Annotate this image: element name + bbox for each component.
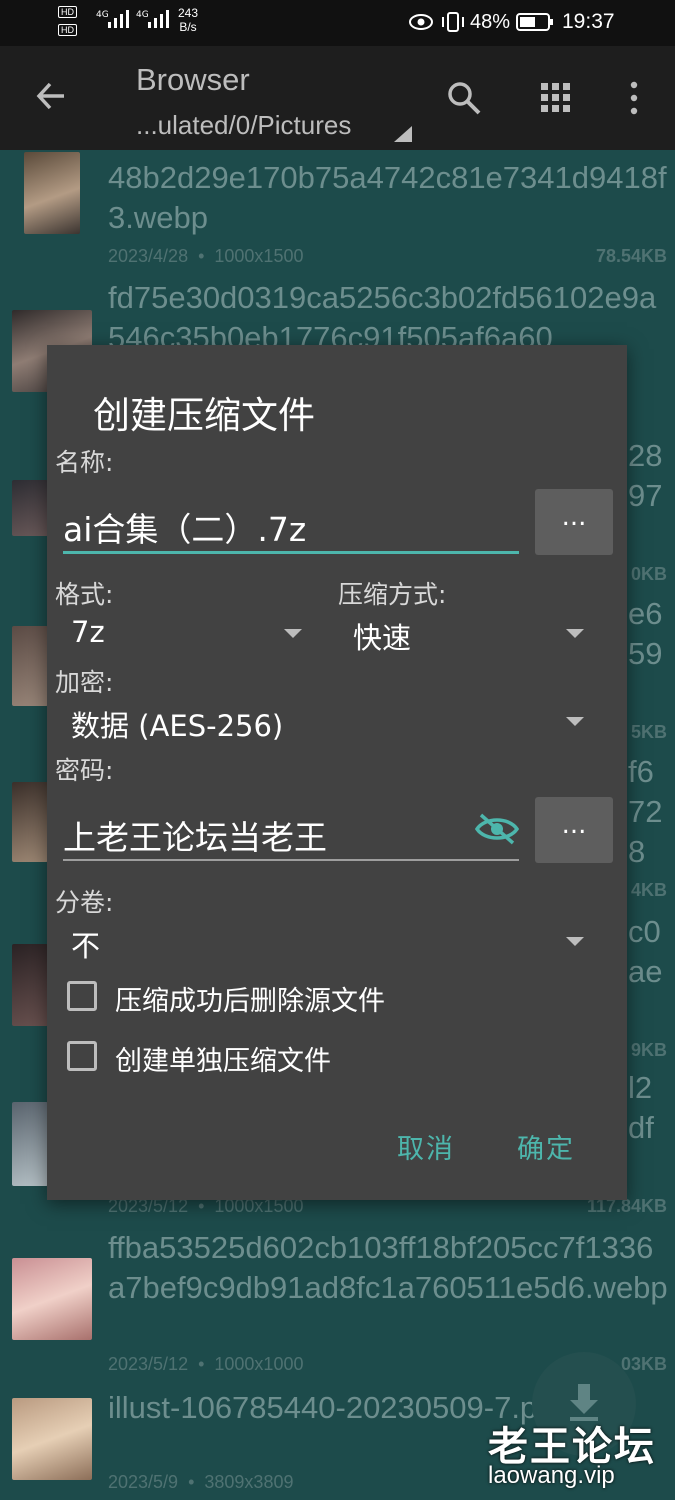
browse-name-button[interactable]: ...	[535, 489, 613, 555]
file-name-fragment: e6	[628, 596, 663, 631]
battery-icon	[516, 13, 553, 31]
file-thumbnail	[12, 944, 48, 1026]
create-archive-dialog: 创建压缩文件 名称: ai合集（二）.7z ... 格式: 压缩方式: 7z 快…	[47, 345, 627, 1200]
file-name-fragment: f6	[628, 754, 654, 789]
separate-archives-label[interactable]: 创建单独压缩文件	[115, 1039, 331, 1078]
file-size: 03KB	[620, 1354, 667, 1374]
hd-badge: HD	[58, 6, 77, 18]
archive-name-input[interactable]: ai合集（二）.7z	[63, 503, 306, 551]
path-dropdown-icon[interactable]	[394, 126, 412, 142]
file-size-fragment: 9KB	[630, 1040, 667, 1060]
file-dimensions: 1000x1500	[214, 246, 304, 266]
net-speed-value: 243	[178, 6, 199, 20]
more-options-icon[interactable]	[622, 80, 646, 116]
current-path[interactable]: ...ulated/0/Pictures	[136, 110, 351, 141]
file-size-fragment: 5KB	[630, 722, 667, 742]
file-name-fragment: 97	[628, 478, 663, 513]
file-meta: 2023/5/12 • 1000x1000	[108, 1354, 304, 1374]
file-meta: 2023/5/9 • 3809x3809	[108, 1472, 294, 1492]
watermark-url: laowang.vip	[488, 1462, 615, 1489]
compression-method-label: 压缩方式:	[338, 580, 447, 609]
app-toolbar: Browser ...ulated/0/Pictures	[0, 46, 675, 150]
file-thumbnail	[12, 782, 48, 862]
signal-icon	[148, 10, 169, 28]
password-options-button[interactable]: ...	[535, 797, 613, 863]
encryption-label: 加密:	[55, 668, 114, 697]
delete-after-label[interactable]: 压缩成功后删除源文件	[115, 979, 385, 1018]
name-label: 名称:	[55, 448, 114, 477]
file-name-fragment: 59	[628, 636, 663, 671]
file-name-fragment: 28	[628, 438, 663, 473]
file-meta: 2023/4/28 • 1000x1500	[108, 246, 304, 266]
format-label: 格式:	[55, 580, 114, 609]
file-thumbnail	[24, 152, 80, 234]
password-underline	[63, 859, 519, 861]
vibrate-icon	[442, 12, 464, 32]
file-name-fragment: c0	[628, 914, 661, 949]
file-thumbnail	[12, 626, 48, 706]
grid-view-icon[interactable]	[540, 82, 572, 114]
format-select[interactable]: 7z	[71, 615, 105, 649]
file-date: 2023/5/9	[108, 1472, 179, 1492]
battery-percent: 48%	[470, 11, 511, 33]
eye-comfort-icon	[409, 14, 433, 30]
file-thumbnail	[12, 480, 48, 536]
hide-password-icon[interactable]	[475, 813, 519, 845]
ok-button[interactable]: 确定	[517, 1127, 575, 1166]
toolbar-title: Browser	[136, 62, 250, 97]
method-dropdown-icon[interactable]	[566, 629, 584, 638]
clock: 19:37	[562, 10, 615, 33]
search-icon[interactable]	[446, 80, 482, 116]
file-name: ffba53525d602cb103ff18bf205cc7f1336a7bef…	[108, 1230, 668, 1305]
file-thumbnail	[12, 1258, 92, 1340]
split-dropdown-icon[interactable]	[566, 937, 584, 946]
file-name-head: illust-106785440-20230509-	[108, 1390, 495, 1425]
network-indicators: HD HD	[58, 6, 79, 36]
file-name-fragment: l2	[628, 1070, 653, 1105]
format-dropdown-icon[interactable]	[284, 629, 302, 638]
archive-name-underline	[63, 551, 519, 554]
delete-after-checkbox[interactable]	[67, 981, 97, 1011]
file-dimensions: 3809x3809	[204, 1472, 294, 1492]
net-speed: 243 B/s	[178, 6, 198, 34]
signal-icon	[108, 10, 129, 28]
file-name-fragment: ae	[628, 954, 663, 989]
encryption-select[interactable]: 数据 (AES-256)	[71, 703, 283, 745]
split-volume-label: 分卷:	[55, 888, 114, 917]
file-size-fragment: 4KB	[630, 880, 667, 900]
net-speed-unit: B/s	[179, 20, 197, 34]
hd-badge: HD	[58, 24, 77, 36]
encryption-dropdown-icon[interactable]	[566, 717, 584, 726]
file-date: 2023/4/28	[108, 246, 189, 266]
file-name-fragment: df	[628, 1110, 654, 1145]
file-size: 78.54KB	[595, 246, 667, 266]
compression-method-select[interactable]: 快速	[353, 615, 411, 657]
file-thumbnail	[12, 1398, 92, 1480]
cancel-button[interactable]: 取消	[397, 1127, 455, 1166]
password-label: 密码:	[55, 756, 114, 785]
back-arrow-icon[interactable]	[34, 78, 70, 114]
file-date: 2023/5/12	[108, 1354, 189, 1374]
file-name-fragment: 728	[628, 794, 663, 869]
password-input[interactable]: 上老王论坛当老王	[63, 811, 327, 859]
dialog-title: 创建压缩文件	[93, 394, 315, 437]
file-name: 48b2d29e170b75a4742c81e7341d9418f3.webp	[108, 160, 667, 235]
separate-archives-checkbox[interactable]	[67, 1041, 97, 1071]
file-size-fragment: 0KB	[630, 564, 667, 584]
file-thumbnail	[12, 1102, 48, 1186]
status-bar: HD HD 4G 4G 243 B/s 48% 19:37	[0, 0, 675, 46]
split-volume-select[interactable]: 不	[71, 923, 100, 965]
file-dimensions: 1000x1000	[214, 1354, 304, 1374]
